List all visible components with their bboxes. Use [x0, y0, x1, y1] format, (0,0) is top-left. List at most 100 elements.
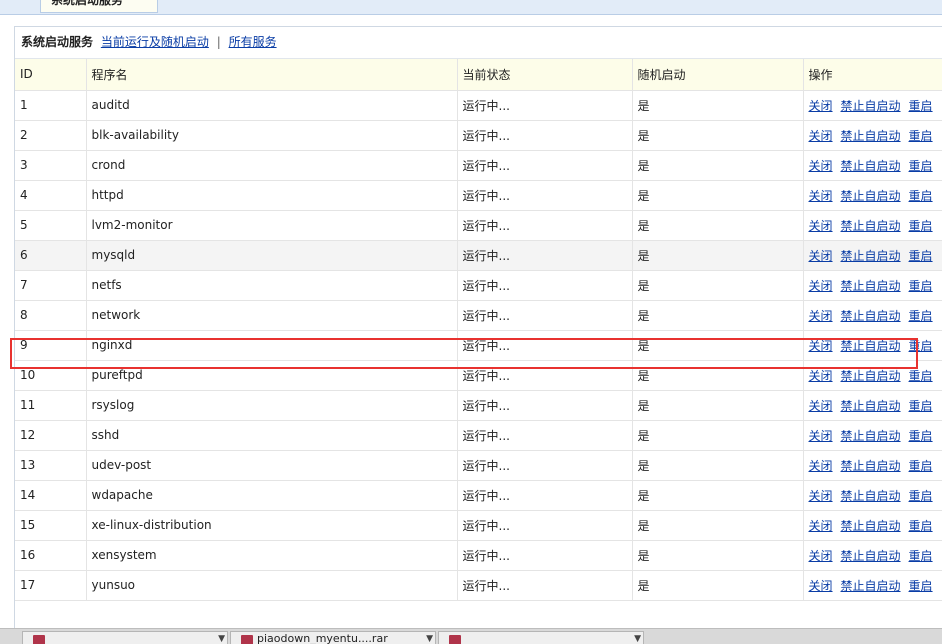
- row-id: 1: [15, 90, 87, 121]
- restart-service-link[interactable]: 重启: [909, 309, 933, 323]
- disable-autostart-link[interactable]: 禁止自启动: [841, 159, 901, 173]
- row-autostart: 是: [632, 390, 804, 421]
- stop-service-link[interactable]: 关闭: [809, 189, 833, 203]
- row-id: 5: [15, 210, 87, 241]
- disable-autostart-link[interactable]: 禁止自启动: [841, 429, 901, 443]
- stop-service-link[interactable]: 关闭: [809, 579, 833, 593]
- row-autostart: 是: [632, 480, 804, 511]
- row-autostart: 是: [632, 240, 804, 271]
- restart-service-link[interactable]: 重启: [909, 549, 933, 563]
- disable-autostart-link[interactable]: 禁止自启动: [841, 129, 901, 143]
- download-item[interactable]: piaodown_myentu....rar ▼: [230, 631, 436, 644]
- row-name: pureftpd: [86, 360, 458, 391]
- restart-service-link[interactable]: 重启: [909, 249, 933, 263]
- col-actions: 操作: [803, 59, 942, 91]
- row-id: 11: [15, 390, 87, 421]
- stop-service-link[interactable]: 关闭: [809, 399, 833, 413]
- stop-service-link[interactable]: 关闭: [809, 549, 833, 563]
- stop-service-link[interactable]: 关闭: [809, 459, 833, 473]
- restart-service-link[interactable]: 重启: [909, 99, 933, 113]
- stop-service-link[interactable]: 关闭: [809, 519, 833, 533]
- row-name: crond: [86, 150, 458, 181]
- stop-service-link[interactable]: 关闭: [809, 99, 833, 113]
- row-name: mysqld: [86, 240, 458, 271]
- row-id: 15: [15, 510, 87, 541]
- col-name: 程序名: [86, 59, 458, 91]
- stop-service-link[interactable]: 关闭: [809, 369, 833, 383]
- stop-service-link[interactable]: 关闭: [809, 279, 833, 293]
- stop-service-link[interactable]: 关闭: [809, 249, 833, 263]
- row-name: blk-availability: [86, 120, 458, 151]
- table-row: 12 sshd 运行中... 是关闭 禁止自启动 重启: [15, 420, 942, 451]
- link-running-services[interactable]: 当前运行及随机启动: [101, 35, 209, 49]
- row-autostart: 是: [632, 420, 804, 451]
- disable-autostart-link[interactable]: 禁止自启动: [841, 339, 901, 353]
- stop-service-link[interactable]: 关闭: [809, 309, 833, 323]
- row-status: 运行中...: [457, 240, 633, 271]
- chevron-down-icon[interactable]: ▼: [634, 632, 641, 644]
- table-row: 11 rsyslog 运行中... 是关闭 禁止自启动 重启: [15, 390, 942, 421]
- row-actions: 关闭 禁止自启动 重启: [803, 120, 942, 151]
- col-id: ID: [15, 59, 87, 91]
- disable-autostart-link[interactable]: 禁止自启动: [841, 519, 901, 533]
- stop-service-link[interactable]: 关闭: [809, 489, 833, 503]
- disable-autostart-link[interactable]: 禁止自启动: [841, 579, 901, 593]
- row-name: lvm2-monitor: [86, 210, 458, 241]
- disable-autostart-link[interactable]: 禁止自启动: [841, 309, 901, 323]
- restart-service-link[interactable]: 重启: [909, 399, 933, 413]
- stop-service-link[interactable]: 关闭: [809, 129, 833, 143]
- table-row: 5 lvm2-monitor 运行中... 是关闭 禁止自启动 重启: [15, 210, 942, 241]
- table-row: 16 xensystem 运行中... 是关闭 禁止自启动 重启: [15, 540, 942, 571]
- restart-service-link[interactable]: 重启: [909, 189, 933, 203]
- disable-autostart-link[interactable]: 禁止自启动: [841, 189, 901, 203]
- restart-service-link[interactable]: 重启: [909, 279, 933, 293]
- stop-service-link[interactable]: 关闭: [809, 159, 833, 173]
- disable-autostart-link[interactable]: 禁止自启动: [841, 99, 901, 113]
- row-autostart: 是: [632, 150, 804, 181]
- row-actions: 关闭 禁止自启动 重启: [803, 300, 942, 331]
- table-row: 2 blk-availability 运行中... 是关闭 禁止自启动 重启: [15, 120, 942, 151]
- restart-service-link[interactable]: 重启: [909, 219, 933, 233]
- disable-autostart-link[interactable]: 禁止自启动: [841, 219, 901, 233]
- row-status: 运行中...: [457, 540, 633, 571]
- download-item[interactable]: ▼: [438, 631, 644, 644]
- restart-service-link[interactable]: 重启: [909, 159, 933, 173]
- restart-service-link[interactable]: 重启: [909, 459, 933, 473]
- restart-service-link[interactable]: 重启: [909, 489, 933, 503]
- stop-service-link[interactable]: 关闭: [809, 429, 833, 443]
- row-actions: 关闭 禁止自启动 重启: [803, 330, 942, 361]
- row-name: wdapache: [86, 480, 458, 511]
- row-id: 9: [15, 330, 87, 361]
- download-item[interactable]: ▼: [22, 631, 228, 644]
- row-actions: 关闭 禁止自启动 重启: [803, 540, 942, 571]
- chevron-down-icon[interactable]: ▼: [218, 632, 225, 644]
- restart-service-link[interactable]: 重启: [909, 519, 933, 533]
- disable-autostart-link[interactable]: 禁止自启动: [841, 549, 901, 563]
- restart-service-link[interactable]: 重启: [909, 339, 933, 353]
- row-status: 运行中...: [457, 180, 633, 211]
- disable-autostart-link[interactable]: 禁止自启动: [841, 249, 901, 263]
- restart-service-link[interactable]: 重启: [909, 129, 933, 143]
- disable-autostart-link[interactable]: 禁止自启动: [841, 279, 901, 293]
- tab-system-services[interactable]: 系统启动服务: [40, 0, 158, 13]
- stop-service-link[interactable]: 关闭: [809, 219, 833, 233]
- row-status: 运行中...: [457, 330, 633, 361]
- row-id: 16: [15, 540, 87, 571]
- restart-service-link[interactable]: 重启: [909, 369, 933, 383]
- disable-autostart-link[interactable]: 禁止自启动: [841, 369, 901, 383]
- link-all-services[interactable]: 所有服务: [229, 35, 277, 49]
- disable-autostart-link[interactable]: 禁止自启动: [841, 489, 901, 503]
- panel-title: 系统启动服务: [21, 35, 94, 49]
- row-autostart: 是: [632, 300, 804, 331]
- disable-autostart-link[interactable]: 禁止自启动: [841, 399, 901, 413]
- restart-service-link[interactable]: 重启: [909, 429, 933, 443]
- link-separator: |: [216, 35, 221, 49]
- disable-autostart-link[interactable]: 禁止自启动: [841, 459, 901, 473]
- table-row: 3 crond 运行中... 是关闭 禁止自启动 重启: [15, 150, 942, 181]
- chevron-down-icon[interactable]: ▼: [426, 632, 433, 644]
- stop-service-link[interactable]: 关闭: [809, 339, 833, 353]
- restart-service-link[interactable]: 重启: [909, 579, 933, 593]
- table-row: 6 mysqld 运行中... 是关闭 禁止自启动 重启: [15, 240, 942, 271]
- row-status: 运行中...: [457, 390, 633, 421]
- row-status: 运行中...: [457, 420, 633, 451]
